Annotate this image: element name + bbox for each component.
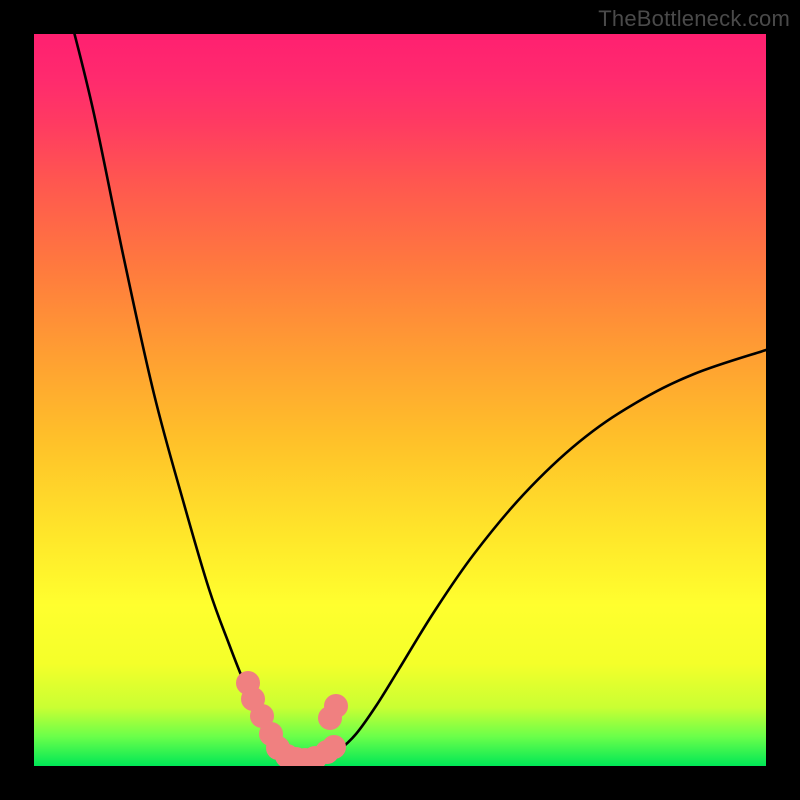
marker-dot [259,722,283,746]
curve-layer [34,34,766,766]
gradient-plot-area [34,34,766,766]
marker-dot [250,704,274,728]
marker-dot [322,735,346,759]
marker-dot [303,746,327,766]
marker-dot [266,736,290,760]
bottleneck-curve [72,34,766,760]
marker-group [236,671,348,766]
marker-dot [318,706,342,730]
marker-dot [236,671,260,695]
marker-dot [284,747,308,766]
watermark-text: TheBottleneck.com [598,6,790,32]
marker-dot [275,744,299,766]
marker-dot [241,687,265,711]
marker-dot [293,748,317,766]
marker-dot [315,740,339,764]
marker-dot [324,694,348,718]
chart-frame: TheBottleneck.com [0,0,800,800]
